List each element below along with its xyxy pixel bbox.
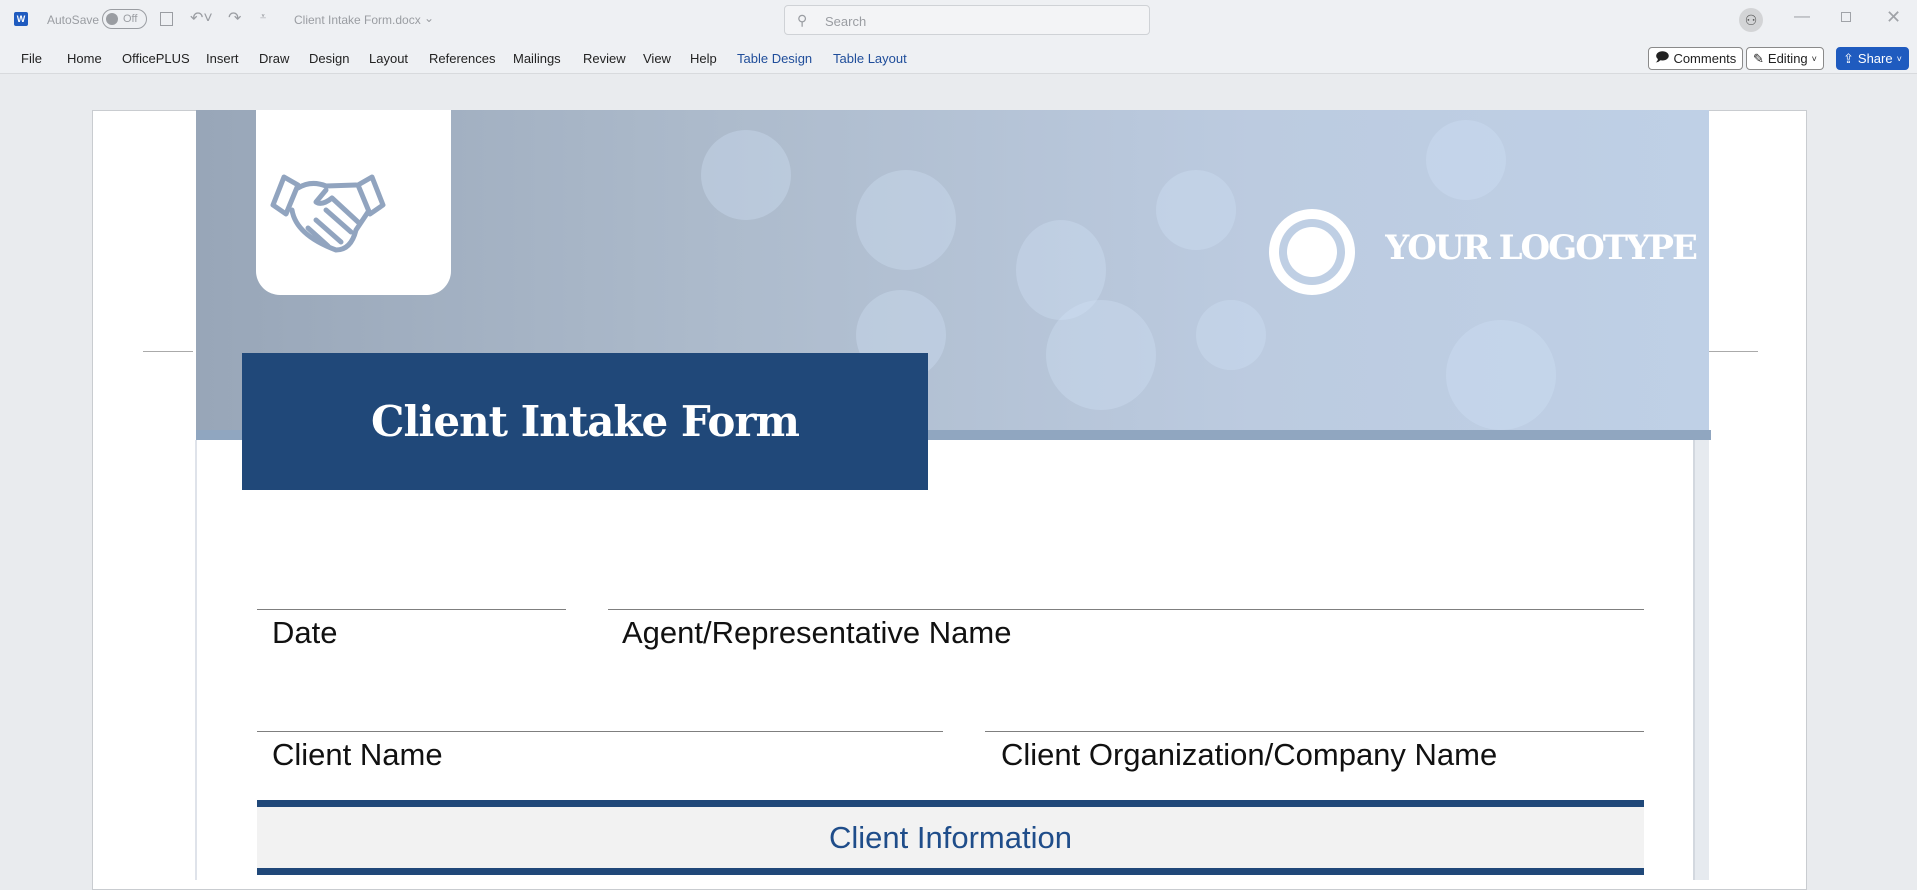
- date-line: [257, 609, 566, 610]
- title-box: Client Intake Form: [242, 353, 928, 490]
- share-label: Share: [1857, 51, 1893, 66]
- tab-file[interactable]: File: [21, 51, 42, 66]
- search-placeholder: Search: [825, 14, 867, 29]
- comments-button[interactable]: 🗩 Comments: [1648, 47, 1744, 70]
- comments-label: Comments: [1673, 51, 1737, 66]
- comment-icon: 🗩: [1655, 48, 1670, 64]
- client-org-line: [985, 731, 1644, 732]
- tab-table-layout[interactable]: Table Layout: [833, 51, 907, 66]
- close-icon[interactable]: ✕: [1886, 7, 1901, 28]
- ribbon-tabs: File Home OfficePLUS Insert Draw Design …: [0, 40, 1917, 74]
- section-header: Client Information: [257, 807, 1644, 868]
- customize-icon[interactable]: ⩡: [260, 11, 266, 24]
- save-icon[interactable]: [160, 12, 173, 26]
- search-input[interactable]: ⚲ Search: [784, 5, 1150, 35]
- tab-insert[interactable]: Insert: [206, 51, 239, 66]
- icon-card: [256, 110, 451, 295]
- client-name-field-label[interactable]: Client Name: [272, 737, 443, 773]
- section-bar-top: [257, 800, 1644, 807]
- client-name-line: [257, 731, 943, 732]
- tab-officeplus[interactable]: OfficePLUS: [122, 51, 190, 66]
- section-heading: Client Information: [829, 819, 1072, 855]
- chevron-down-icon: ˅: [1896, 53, 1902, 64]
- tab-mailings[interactable]: Mailings: [513, 51, 561, 66]
- minimize-icon[interactable]: —: [1794, 8, 1810, 26]
- toggle-knob: [106, 13, 118, 25]
- client-org-field-label[interactable]: Client Organization/Company Name: [1001, 737, 1497, 773]
- restore-icon[interactable]: [1841, 12, 1851, 22]
- title-bar: W AutoSave Off ↶˅ ↷ ⩡ Client Intake Form…: [0, 0, 1917, 40]
- redo-icon[interactable]: ↷: [228, 8, 241, 28]
- pencil-icon: ✎: [1753, 50, 1764, 66]
- editing-button[interactable]: ✎ Editing ˅: [1746, 47, 1824, 70]
- tab-view[interactable]: View: [643, 51, 671, 66]
- document-title[interactable]: Client Intake Form.docx: [294, 13, 421, 27]
- tab-design[interactable]: Design: [309, 51, 349, 66]
- tab-layout[interactable]: Layout: [369, 51, 408, 66]
- tab-table-design[interactable]: Table Design: [737, 51, 812, 66]
- share-button[interactable]: ⇪ Share ˅: [1836, 47, 1909, 70]
- share-icon: ⇪: [1843, 50, 1854, 66]
- avatar[interactable]: ⚇: [1739, 8, 1763, 32]
- tab-references[interactable]: References: [429, 51, 495, 66]
- tab-home[interactable]: Home: [67, 51, 102, 66]
- page-title: Client Intake Form: [371, 397, 800, 446]
- autosave-label: AutoSave: [47, 13, 100, 27]
- handshake-icon: [270, 174, 386, 253]
- tab-review[interactable]: Review: [583, 51, 626, 66]
- tab-help[interactable]: Help: [690, 51, 717, 66]
- search-icon: ⚲: [797, 12, 808, 28]
- editing-label: Editing: [1767, 51, 1808, 66]
- logotype: YOUR LOGOTYPE: [1385, 228, 1698, 268]
- margin-mark: [143, 351, 193, 352]
- margin-mark: [1709, 351, 1758, 352]
- table-border-right: [1693, 440, 1709, 880]
- table-border-left: [195, 440, 197, 880]
- agent-field-label[interactable]: Agent/Representative Name: [622, 615, 1011, 651]
- undo-icon[interactable]: ↶˅: [190, 8, 213, 28]
- tab-draw[interactable]: Draw: [259, 51, 289, 66]
- chevron-down-icon[interactable]: ⌄: [424, 11, 434, 25]
- date-field-label[interactable]: Date: [272, 615, 337, 651]
- word-icon: W: [14, 12, 28, 26]
- chevron-down-icon: ˅: [1811, 53, 1817, 64]
- agent-line: [608, 609, 1644, 610]
- autosave-toggle[interactable]: Off: [102, 9, 147, 29]
- autosave-state: Off: [123, 13, 138, 25]
- logo-mark: [1269, 209, 1355, 295]
- section-bar-bottom: [257, 868, 1644, 875]
